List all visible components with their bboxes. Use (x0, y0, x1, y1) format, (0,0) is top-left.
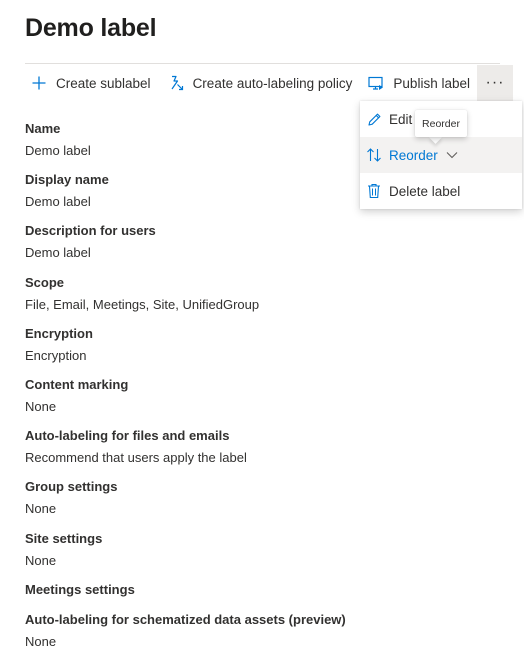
create-sublabel-button[interactable]: Create sublabel (30, 65, 151, 101)
delete-label-menu-item[interactable]: Delete label (360, 173, 522, 209)
reorder-tooltip: Reorder (415, 110, 467, 137)
property-label: Auto-labeling for files and emails (25, 428, 230, 443)
property-description: Description for users Demo label (25, 223, 495, 261)
publish-icon (367, 74, 385, 92)
property-site-settings: Site settings None (25, 531, 495, 569)
property-auto-labeling-files-emails: Auto-labeling for files and emails Recom… (25, 428, 495, 466)
property-value: Demo label (25, 245, 91, 260)
property-auto-labeling-data-assets: Auto-labeling for schematized data asset… (25, 612, 495, 650)
more-icon: ··· (485, 74, 505, 91)
create-auto-labeling-policy-button[interactable]: Create auto-labeling policy (167, 65, 353, 101)
property-label: Description for users (25, 223, 156, 238)
title-divider (25, 63, 500, 64)
publish-label-button[interactable]: Publish label (367, 65, 470, 101)
reorder-menu-item[interactable]: Reorder (360, 137, 522, 173)
trash-icon (366, 183, 382, 199)
property-label: Meetings settings (25, 582, 135, 597)
property-label: Scope (25, 275, 65, 290)
property-label: Site settings (25, 531, 103, 546)
create-auto-labeling-policy-label: Create auto-labeling policy (192, 75, 353, 91)
property-encryption: Encryption Encryption (25, 326, 495, 364)
property-value: Encryption (25, 348, 87, 363)
property-scope: Scope File, Email, Meetings, Site, Unifi… (25, 275, 495, 313)
property-label: Encryption (25, 326, 93, 341)
property-content-marking: Content marking None (25, 377, 495, 415)
property-value: File, Email, Meetings, Site, UnifiedGrou… (25, 297, 260, 312)
sort-arrows-icon (366, 147, 382, 163)
label-details-panel: Demo label Create sublabel Create auto-l… (0, 0, 524, 662)
publish-label-label: Publish label (393, 75, 470, 91)
reorder-text: Reorder (389, 147, 438, 163)
command-bar: Create sublabel Create auto-labeling pol… (25, 65, 513, 101)
more-options-button[interactable]: ··· (476, 65, 513, 101)
property-value: Recommend that users apply the label (25, 450, 247, 465)
property-label: Group settings (25, 479, 118, 494)
plus-icon (30, 74, 48, 92)
property-value: None (25, 553, 57, 568)
property-group-settings: Group settings None (25, 479, 495, 517)
property-label: Content marking (25, 377, 129, 392)
delete-label-text: Delete label (389, 183, 461, 199)
create-sublabel-label: Create sublabel (56, 75, 151, 91)
pencil-icon (366, 111, 382, 127)
page-title: Demo label (25, 14, 157, 42)
property-value: None (25, 399, 57, 414)
property-value: None (25, 501, 57, 516)
chevron-down-icon (446, 151, 458, 159)
auto-label-icon (167, 74, 185, 92)
property-label: Auto-labeling for schematized data asset… (25, 612, 346, 627)
property-meetings-settings: Meetings settings (25, 582, 495, 598)
property-value: None (25, 634, 57, 649)
